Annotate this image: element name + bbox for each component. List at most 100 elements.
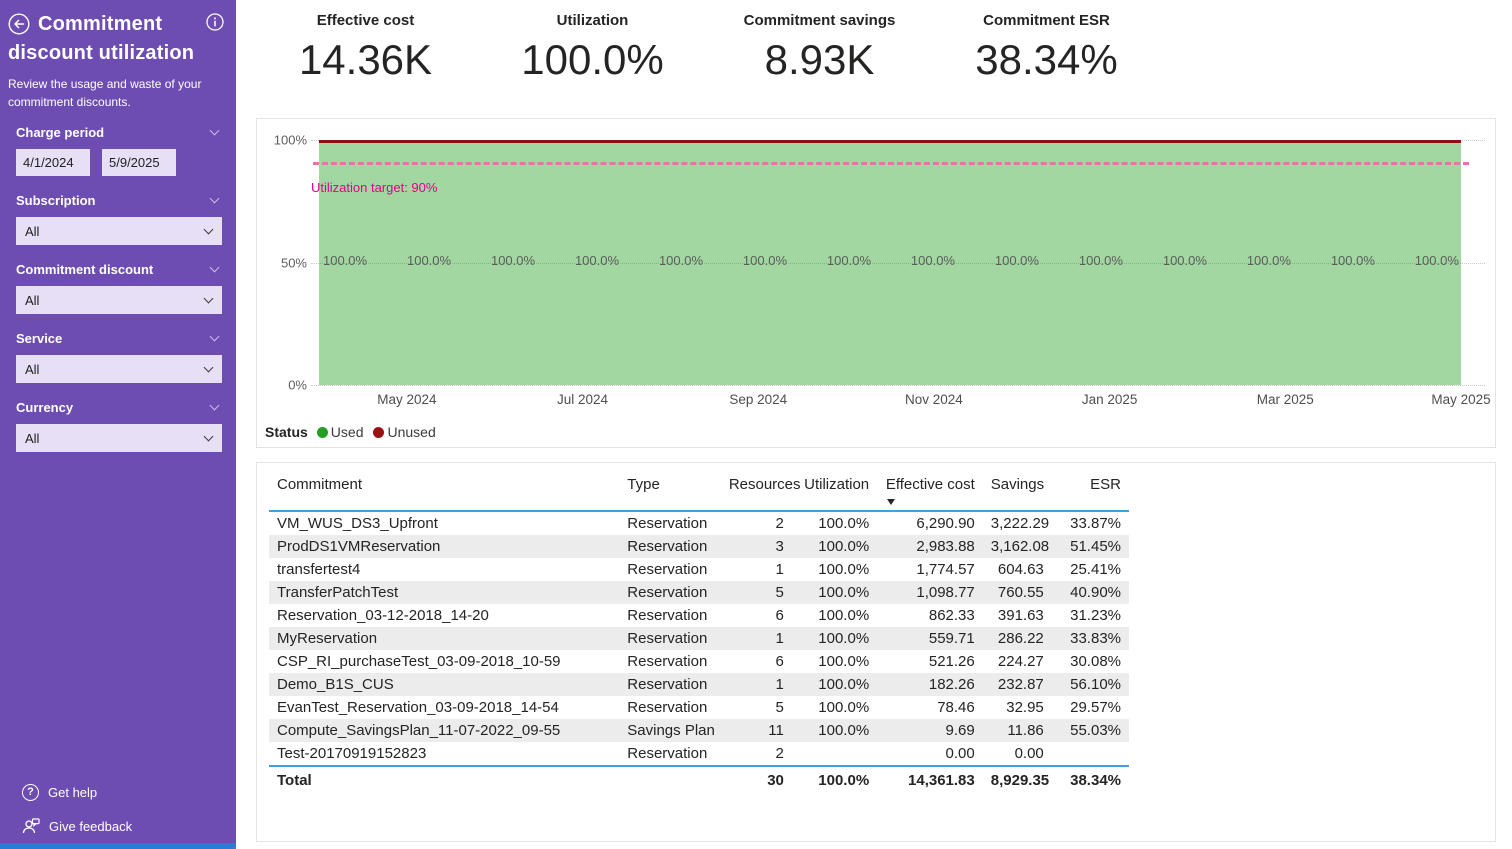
kpi-row: Effective cost 14.36K Utilization 100.0%… [236,0,1512,106]
currency-dropdown[interactable]: All [16,424,222,452]
start-date-input[interactable]: 4/1/2024 [16,149,90,176]
table-cell: Reservation [627,561,708,578]
total-cell: 14,361.83 [908,772,975,789]
table-cell: 3,162.08 [990,538,1050,555]
table-cell: 51.45% [1070,538,1121,555]
table-row[interactable]: Compute_SavingsPlan_11-07-2022_09-55 Savi… [269,719,1129,742]
table-cell: Savings Plan [627,722,715,739]
chevron-down-icon [209,125,220,136]
kpi-label: Effective cost [316,12,415,29]
table-cell: 559.71 [928,630,975,647]
table-cell: 100.0% [818,538,870,555]
table-row[interactable]: Test-20170919152823 Reservation 2 0.00 0.00 [269,742,1129,767]
filter-header-commitment-discount[interactable]: Commitment discount [16,262,222,277]
chevron-down-icon [203,293,214,304]
total-cell: 38.34% [1070,772,1121,789]
back-button[interactable] [8,13,30,35]
get-help-link[interactable]: ? Get help [22,784,97,801]
total-cell: Total [277,772,312,789]
legend-item-unused[interactable]: Unused [373,424,436,440]
filter-header-subscription[interactable]: Subscription [16,193,222,208]
subscription-dropdown[interactable]: All [16,217,222,245]
help-icon: ? [22,784,39,801]
dropdown-value: All [25,292,40,308]
table-cell [791,742,878,767]
commitments-table: Commitment Type Resources Utilization Effect… [269,471,1129,792]
kpi-label: Utilization [556,12,629,29]
info-icon[interactable] [206,13,224,31]
column-header-savings[interactable]: Savings [982,471,1052,512]
filter-header-currency[interactable]: Currency [16,400,222,415]
dropdown-value: All [25,361,40,377]
end-date-input[interactable]: 5/9/2025 [102,149,176,176]
table-cell: CSP_RI_purchaseTest_03-09-2018_10-59 [277,653,561,670]
table-cell: 11.86 [1007,722,1044,739]
data-label: 100.0% [658,252,704,268]
column-header-type[interactable]: Type [619,471,721,512]
column-header-utilization[interactable]: Utilization [791,471,878,512]
table-row[interactable]: transfertest4 Reservation 1 100.0% 1,774.57 6… [269,558,1129,581]
table-cell: 1,774.57 [916,561,975,578]
table-cell: Reservation [627,699,708,716]
column-header-commitment[interactable]: Commitment [269,471,620,512]
give-feedback-link[interactable]: Give feedback [22,818,132,834]
table-row[interactable]: TransferPatchTest Reservation 5 100.0% 1,098… [269,581,1129,604]
date-range-row: 4/1/2024 5/9/2025 [16,149,222,176]
table-row[interactable]: MyReservation Reservation 1 100.0% 559.71 286… [269,627,1129,650]
table-cell: 0.00 [877,742,983,767]
filter-label: Currency [16,400,74,415]
table-cell: 11 [768,722,784,739]
utilization-target-label: Utilization target: 90% [311,180,438,195]
table-cell: 100.0% [818,699,870,716]
y-axis: 100% 50% 0% [257,133,313,393]
table-cell: 31.23% [1070,607,1121,624]
data-label: 100.0% [406,252,452,268]
table-cell: 1 [775,630,784,647]
table-cell: Reservation [627,584,708,601]
table-cell: 56.10% [1070,676,1121,693]
sidebar-header: Commitment discount utilization Review th… [8,10,224,111]
legend-item-used[interactable]: Used [316,424,363,440]
service-dropdown[interactable]: All [16,355,222,383]
give-feedback-label: Give feedback [49,818,133,834]
kpi-value: 100.0% [521,36,664,83]
table-row[interactable]: ProdDS1VMReservation Reservation 3 100.0% 2,… [269,535,1129,558]
app-window: Commitment discount utilization Review th… [0,0,1512,843]
table-cell: 33.83% [1070,630,1121,647]
column-header-esr[interactable]: ESR [1051,471,1129,512]
legend-label: Unused [387,424,436,440]
table-row[interactable]: Reservation_03-12-2018_14-20 Reservation 6… [269,604,1129,627]
table-row[interactable]: Demo_B1S_CUS Reservation 1 100.0% 182.26 232.… [269,673,1129,696]
window-bottom-edge [0,843,236,849]
column-header-resources[interactable]: Resources [720,471,801,512]
commitment-discount-dropdown[interactable]: All [16,286,222,314]
filter-header-service[interactable]: Service [16,331,222,346]
filter-header-charge-period[interactable]: Charge period [16,125,222,140]
filter-commitment-discount: Commitment discount All [16,262,222,314]
table-cell: MyReservation [277,630,378,647]
table-total-row: Total 30 100.0% 14,361.83 8,929.35 38.34% [269,766,1129,792]
data-label: 100.0% [994,252,1039,268]
table-cell: 6 [775,607,784,624]
table-cell: 3,222.29 [990,515,1050,532]
table-row[interactable]: VM_WUS_DS3_Upfront Reservation 2 100.0% 6,29… [269,511,1129,535]
y-tick-label: 0% [288,377,307,393]
table-cell [1051,742,1129,767]
x-tick-label: Jul 2024 [557,392,609,407]
table-cell: 30.08% [1070,653,1121,670]
table-header-row: Commitment Type Resources Utilization Effect… [269,471,1129,512]
kpi-utilization: Utilization 100.0% [479,12,706,106]
data-label: 100.0% [1246,252,1291,268]
data-label: 100.0% [1330,252,1375,268]
page-title-line2: discount utilization [8,42,195,64]
total-cell [619,766,721,792]
chevron-down-icon [203,224,214,235]
dropdown-value: All [25,430,40,446]
data-label: 100.0% [1162,252,1207,268]
table-cell: 760.55 [997,584,1044,601]
table-row[interactable]: CSP_RI_purchaseTest_03-09-2018_10-59 Rese… [269,650,1129,673]
table-row[interactable]: EvanTest_Reservation_03-09-2018_14-54 Res… [269,696,1129,719]
column-header-effective-cost[interactable]: Effective cost [877,471,983,512]
table-cell: 1 [775,561,784,578]
data-label: 100.0% [490,252,536,268]
